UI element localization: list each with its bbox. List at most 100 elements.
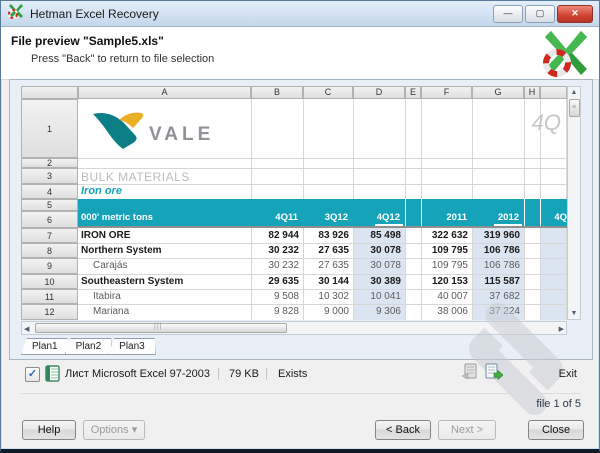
help-button[interactable]: Help — [22, 420, 76, 440]
cell-value[interactable]: 9 508 — [251, 291, 299, 304]
cell-value[interactable]: 10 041 — [353, 291, 401, 304]
cell-value[interactable]: 322 632 — [421, 230, 468, 243]
row-header-5[interactable]: 5 — [21, 199, 78, 211]
column-header-A[interactable]: A — [78, 86, 251, 99]
band-separator — [524, 199, 525, 226]
vertical-scrollbar[interactable]: ▲ ≡ ▼ — [567, 86, 581, 320]
cell-label-carajás[interactable]: Carajás — [93, 260, 258, 274]
scroll-up-icon[interactable]: ▲ — [568, 89, 580, 96]
minimize-button[interactable]: — — [493, 5, 523, 23]
vale-logo: VALE — [89, 108, 239, 150]
column-header-C[interactable]: C — [303, 86, 353, 99]
close-button[interactable]: Close — [528, 420, 584, 440]
cell-value[interactable]: 9 306 — [353, 306, 401, 320]
cell-value[interactable]: 27 635 — [303, 260, 349, 274]
cell-value[interactable]: 120 153 — [421, 276, 468, 289]
row-header-1[interactable]: 1 — [21, 99, 78, 158]
cell-label-southeastern-system[interactable]: Southeastern System — [81, 276, 246, 289]
file-counter: file 1 of 5 — [536, 398, 581, 410]
scroll-down-icon[interactable]: ▼ — [568, 310, 580, 317]
cell-value[interactable]: 9 828 — [251, 306, 299, 320]
cell-value[interactable]: 82 944 — [251, 230, 299, 243]
row-header-7[interactable]: 7 — [21, 228, 78, 243]
column-header-B[interactable]: B — [251, 86, 303, 99]
gridline — [78, 158, 567, 159]
row-header-3[interactable]: 3 — [21, 168, 78, 184]
cell-value[interactable]: 30 078 — [353, 245, 401, 258]
next-file-icon[interactable] — [483, 362, 503, 387]
cell-value[interactable]: 40 007 — [421, 291, 468, 304]
cell-label-northern-system[interactable]: Northern System — [81, 245, 246, 258]
cell-value[interactable]: 30 232 — [251, 245, 299, 258]
column-header-H[interactable]: H — [524, 86, 540, 99]
close-window-button[interactable]: ✕ — [557, 5, 593, 23]
cell-value[interactable]: 9 000 — [303, 306, 349, 320]
cell-value[interactable]: 38 006 — [421, 306, 468, 320]
back-button[interactable]: < Back — [375, 420, 431, 440]
recover-checkbox[interactable]: ✓ — [25, 367, 40, 382]
column-header-G[interactable]: G — [472, 86, 524, 99]
cell-label-mariana[interactable]: Mariana — [93, 306, 258, 320]
cell-value[interactable]: 30 144 — [303, 276, 349, 289]
gridline — [78, 289, 567, 290]
cell-value[interactable]: 30 078 — [353, 260, 401, 274]
cell-value[interactable]: 106 786 — [472, 260, 520, 274]
cell-value[interactable]: 85 498 — [353, 230, 401, 243]
cell-value[interactable]: 10 302 — [303, 291, 349, 304]
cell-value[interactable]: 109 795 — [421, 245, 468, 258]
sheet-tab-plan2[interactable]: Plan2 — [65, 338, 113, 355]
row-header-12[interactable]: 12 — [21, 304, 78, 320]
scroll-left-icon[interactable]: ◀ — [24, 325, 29, 333]
cell-value[interactable]: 83 926 — [303, 230, 349, 243]
next-button[interactable]: Next > — [438, 420, 496, 440]
sheet-tab-plan3[interactable]: Plan3 — [108, 338, 156, 355]
options-button[interactable]: Options ▾ — [83, 420, 145, 440]
column-header-F[interactable]: F — [421, 86, 472, 99]
cell-value[interactable]: 30 232 — [251, 260, 299, 274]
excel-recovery-logo-icon — [543, 29, 589, 82]
cell-label-itabira[interactable]: Itabira — [93, 291, 258, 304]
column-header-partial[interactable] — [540, 86, 567, 99]
maximize-button[interactable]: ▢ — [525, 5, 555, 23]
cell-value[interactable]: 29 635 — [251, 276, 299, 289]
gridline — [78, 258, 567, 259]
horizontal-scrollbar[interactable]: ◀ ||| ▶ — [21, 321, 567, 335]
row-header-11[interactable]: 11 — [21, 289, 78, 304]
iron-ore-label: Iron ore — [81, 185, 281, 199]
cell-value[interactable]: 106 786 — [472, 245, 520, 258]
gridline — [78, 168, 567, 169]
file-type-label: Лист Microsoft Excel 97-2003 — [65, 368, 210, 380]
page-header: File preview "Sample5.xls" Press "Back" … — [1, 27, 599, 80]
band-underline — [375, 224, 403, 226]
row-header-10[interactable]: 10 — [21, 274, 78, 289]
row-header-4[interactable]: 4 — [21, 184, 78, 199]
exit-label[interactable]: Exit — [559, 368, 577, 380]
row-header-2[interactable]: 2 — [21, 158, 78, 168]
band-col-2011: 2011 — [421, 212, 467, 223]
cell-label-iron-ore[interactable]: IRON ORE — [81, 230, 246, 243]
row-header-8[interactable]: 8 — [21, 243, 78, 258]
bulk-materials-label: BULK MATERIALS — [81, 170, 281, 184]
band-separator — [540, 199, 541, 226]
scroll-right-icon[interactable]: ▶ — [559, 325, 564, 333]
column-header-D[interactable]: D — [353, 86, 405, 99]
cell-value[interactable]: 109 795 — [421, 260, 468, 274]
horizontal-scroll-thumb[interactable]: ||| — [35, 323, 287, 333]
divider — [21, 393, 581, 394]
row-header-6[interactable]: 6 — [21, 211, 78, 228]
select-all-corner[interactable] — [21, 86, 78, 99]
cell-value[interactable]: 319 960 — [472, 230, 520, 243]
cell-value[interactable]: 37 682 — [472, 291, 520, 304]
column-header-E[interactable]: E — [405, 86, 421, 99]
cell-value[interactable]: 115 587 — [472, 276, 520, 289]
cell-value[interactable]: 37 224 — [472, 306, 520, 320]
spreadsheet-preview[interactable]: ABCDEFGH123456789101112 VALE4QBULK MATER… — [21, 86, 567, 320]
sheet-tab-plan1[interactable]: Plan1 — [21, 338, 69, 355]
vertical-scroll-thumb[interactable]: ≡ — [569, 99, 580, 117]
cell-value[interactable]: 30 389 — [353, 276, 401, 289]
band-col-2012: 2012 — [472, 212, 519, 223]
cell-value[interactable]: 27 635 — [303, 245, 349, 258]
row-header-9[interactable]: 9 — [21, 258, 78, 274]
band-underline — [494, 224, 522, 226]
previous-file-icon[interactable] — [459, 362, 479, 387]
